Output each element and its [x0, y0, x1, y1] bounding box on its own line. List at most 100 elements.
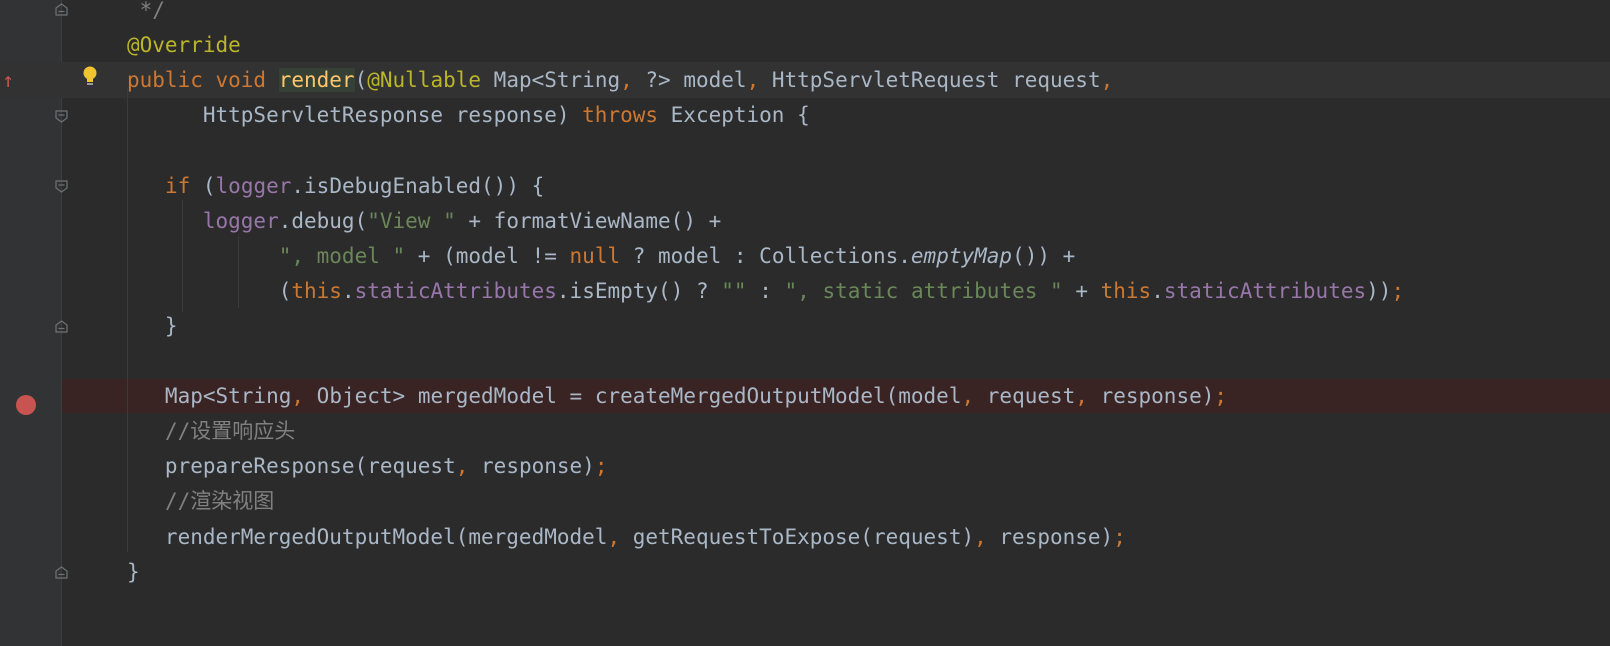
code-token: throws: [582, 103, 659, 128]
code-token: ,: [1100, 68, 1114, 93]
code-token: response): [468, 454, 595, 479]
code-token: public void: [127, 68, 279, 93]
code-line[interactable]: }: [0, 308, 1610, 344]
code-text: prepareResponse(request, response);: [127, 448, 608, 484]
code-line[interactable]: //设置响应头: [0, 413, 1610, 449]
code-line[interactable]: (this.staticAttributes.isEmpty() ? "" : …: [0, 273, 1610, 309]
code-token: ,: [961, 384, 975, 409]
code-token: (: [354, 68, 368, 93]
code-token: :: [746, 278, 785, 303]
code-token: .isDebugEnabled()) {: [291, 173, 545, 198]
code-token: .: [1151, 278, 1164, 303]
code-text: //设置响应头: [127, 413, 295, 449]
code-text: public void render(@Nullable Map<String,…: [127, 62, 1113, 98]
fold-icon[interactable]: [55, 3, 68, 16]
code-token: staticAttributes: [354, 278, 557, 303]
code-token: renderMergedOutputModel(mergedModel: [127, 524, 608, 549]
code-line[interactable]: if (logger.isDebugEnabled()) {: [0, 168, 1610, 204]
code-line[interactable]: logger.debug("View " + formatViewName() …: [0, 203, 1610, 239]
lightbulb-icon[interactable]: [82, 66, 98, 93]
code-token: ? model : Collections.: [620, 243, 911, 268]
code-line[interactable]: //渲染视图: [0, 483, 1610, 519]
code-token: this: [291, 278, 342, 303]
code-token: this: [1100, 278, 1152, 303]
code-text: (this.staticAttributes.isEmpty() ? "" : …: [127, 273, 1404, 309]
code-token: Map<String: [481, 68, 621, 93]
code-token: @Nullable: [367, 68, 482, 93]
code-line[interactable]: public void render(@Nullable Map<String,…: [0, 62, 1610, 99]
code-line[interactable]: @Override: [0, 27, 1610, 63]
code-token: .: [341, 278, 355, 303]
code-token: ;: [1214, 384, 1228, 409]
code-token: (: [190, 173, 216, 198]
code-token: ,: [1075, 384, 1088, 409]
code-line[interactable]: Map<String, Object> mergedModel = create…: [0, 378, 1610, 414]
code-editor[interactable]: */ @Override public void render(@Nullable …: [0, 0, 1610, 646]
code-token: logger: [202, 208, 279, 233]
code-text: //渲染视图: [127, 483, 274, 519]
code-token: null: [569, 243, 621, 268]
code-token: Exception {: [658, 103, 810, 128]
code-token: //渲染视图: [164, 489, 275, 514]
code-text: @Override: [127, 27, 241, 63]
code-line[interactable]: */: [0, 0, 1610, 28]
indent-guide: [182, 200, 183, 312]
code-token: ;: [1391, 278, 1405, 303]
code-token: .isEmpty() ?: [556, 278, 722, 303]
code-text: ", model " + (model != null ? model : Co…: [127, 238, 1076, 274]
breakpoint-icon[interactable]: [16, 395, 36, 415]
fold-icon[interactable]: [55, 320, 68, 333]
code-token: if: [164, 173, 191, 198]
code-line[interactable]: HttpServletResponse response) throws Exc…: [0, 97, 1610, 133]
code-token: }: [127, 559, 140, 584]
code-token: + (model !=: [405, 243, 570, 268]
indent-guide: [238, 236, 239, 308]
code-line[interactable]: ", model " + (model != null ? model : Co…: [0, 238, 1610, 274]
indent-guide: [127, 88, 128, 552]
code-token: ", model ": [278, 243, 406, 268]
code-token: logger: [215, 173, 292, 198]
code-token: getRequestToExpose(request): [620, 524, 975, 549]
code-text: */: [127, 0, 165, 28]
code-token: prepareResponse(request: [127, 454, 456, 479]
code-token: ,: [455, 454, 469, 479]
code-token: ,: [607, 524, 621, 549]
code-line[interactable]: [0, 343, 1610, 379]
code-line[interactable]: }: [0, 554, 1610, 590]
fold-icon[interactable]: [55, 566, 68, 579]
code-token: response): [1087, 384, 1215, 409]
code-token: ?> model: [632, 68, 747, 93]
code-line[interactable]: renderMergedOutputModel(mergedModel, get…: [0, 519, 1610, 555]
code-token: response): [986, 524, 1114, 549]
code-token: staticAttributes: [1163, 278, 1367, 303]
code-token: emptyMap: [910, 243, 1013, 268]
code-token: */: [127, 0, 165, 22]
code-token: }: [127, 313, 178, 338]
code-text: renderMergedOutputModel(mergedModel, get…: [127, 519, 1126, 555]
code-token: ;: [1113, 524, 1126, 549]
code-token: ;: [594, 454, 608, 479]
code-token: )): [1366, 278, 1392, 303]
override-marker-icon[interactable]: ↑: [2, 70, 14, 90]
code-line[interactable]: prepareResponse(request, response);: [0, 448, 1610, 484]
fold-icon[interactable]: [55, 110, 68, 123]
code-token: .debug(: [278, 208, 368, 233]
code-token: "": [721, 278, 747, 303]
code-line[interactable]: [0, 132, 1610, 168]
code-text: }: [127, 554, 140, 590]
code-token: ,: [620, 68, 633, 93]
code-token: Object> mergedModel = createMergedOutput…: [304, 384, 962, 409]
code-text: logger.debug("View " + formatViewName() …: [127, 203, 721, 239]
code-token: HttpServletRequest request: [759, 68, 1101, 93]
code-text: HttpServletResponse response) throws Exc…: [127, 97, 810, 133]
code-token: HttpServletResponse response): [127, 103, 583, 128]
code-token: //设置响应头: [164, 419, 296, 444]
code-token: request: [974, 384, 1076, 409]
code-token: render: [278, 68, 355, 93]
fold-icon[interactable]: [55, 180, 68, 193]
code-token: ,: [746, 68, 760, 93]
